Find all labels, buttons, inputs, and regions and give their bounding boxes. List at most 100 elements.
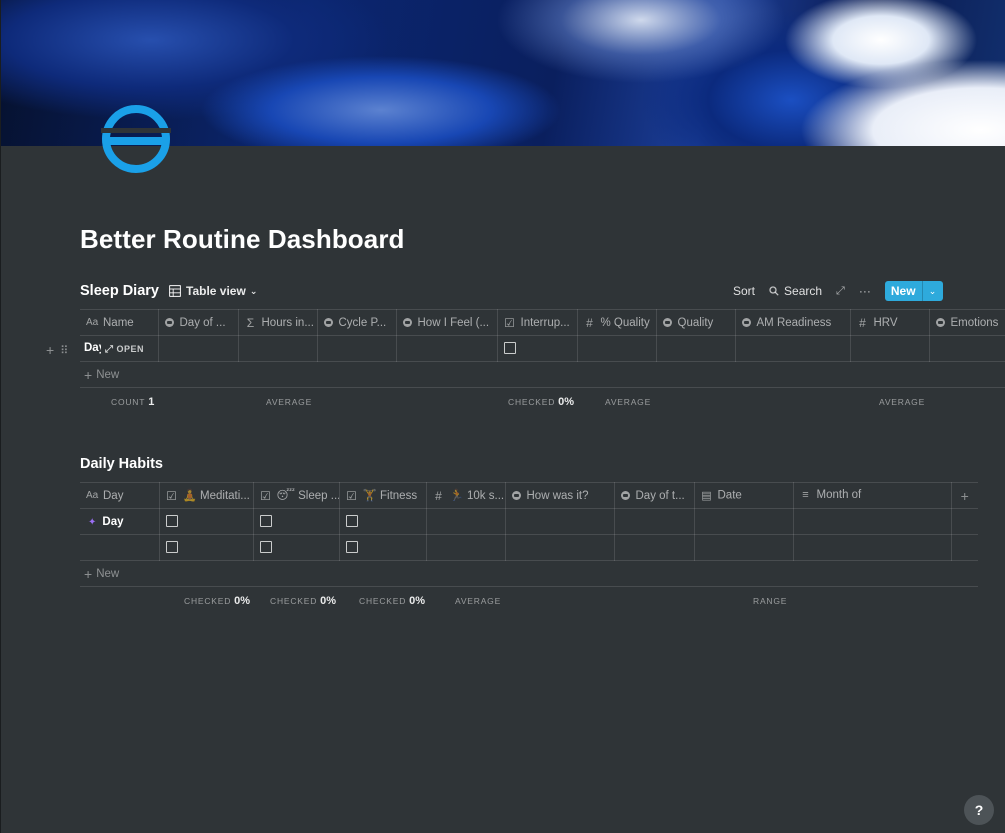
table-cell[interactable]: [929, 335, 1005, 362]
table-cell[interactable]: [158, 335, 239, 362]
table-cell[interactable]: [614, 534, 695, 561]
table-cell[interactable]: [426, 508, 506, 535]
name-cell[interactable]: ✦ Day: [80, 508, 160, 535]
column-label: 😴 Sleep ...: [276, 490, 339, 503]
column-header[interactable]: Σ Hours in...: [238, 309, 318, 336]
fitness-checkbox[interactable]: [345, 541, 358, 554]
column-header[interactable]: How I Feel (...: [396, 309, 498, 336]
column-header[interactable]: How was it?: [505, 482, 615, 509]
column-header[interactable]: Emotions: [929, 309, 1005, 336]
name-cell[interactable]: Day ⤢OPEN: [80, 335, 159, 362]
column-header[interactable]: ☑ Interrup...: [497, 309, 578, 336]
table-cell[interactable]: [850, 335, 930, 362]
column-header[interactable]: # % Quality: [577, 309, 657, 336]
sleep-diary-title[interactable]: Sleep Diary: [80, 283, 159, 299]
column-header[interactable]: # 🏃 10k s...: [426, 482, 506, 509]
column-header[interactable]: Aa Name: [80, 309, 159, 336]
help-button[interactable]: ?: [964, 795, 994, 825]
checked-calc[interactable]: CHECKED 0%: [508, 396, 574, 408]
column-header[interactable]: ☑ 😴 Sleep ...: [253, 482, 340, 509]
column-header[interactable]: # HRV: [850, 309, 930, 336]
column-header[interactable]: ☑ 🧘 Meditati...: [159, 482, 254, 509]
checkbox-cell[interactable]: [497, 335, 578, 362]
table-row[interactable]: ✦ Day: [80, 508, 978, 535]
column-header[interactable]: ≡ Month of: [793, 482, 952, 509]
table-cell[interactable]: [694, 534, 794, 561]
range-calc[interactable]: RANGE: [753, 596, 787, 606]
checked-calc[interactable]: CHECKED 0%: [184, 595, 250, 607]
average-calc[interactable]: AVERAGE: [879, 397, 925, 407]
select-icon: [662, 317, 672, 327]
search-icon: [769, 286, 779, 296]
add-new-row[interactable]: + New: [80, 561, 978, 587]
more-options-icon[interactable]: ···: [859, 284, 871, 298]
view-selector[interactable]: Table view ⌄: [169, 284, 257, 298]
table-cell[interactable]: [793, 534, 952, 561]
checkbox-cell[interactable]: [339, 508, 427, 535]
table-cell[interactable]: [317, 335, 397, 362]
sleep-checkbox[interactable]: [259, 515, 272, 528]
calc-label: CHECKED: [184, 596, 232, 606]
average-calc[interactable]: AVERAGE: [455, 596, 501, 606]
table-cell[interactable]: [426, 534, 506, 561]
meditation-checkbox[interactable]: [165, 515, 178, 528]
select-icon: [511, 490, 521, 500]
table-cell[interactable]: [656, 335, 736, 362]
table-cell[interactable]: [577, 335, 657, 362]
name-cell[interactable]: [80, 534, 160, 561]
column-header[interactable]: ▤ Date: [694, 482, 794, 509]
column-header[interactable]: Day of ...: [158, 309, 239, 336]
text-icon: Aa: [86, 316, 99, 328]
chevron-down-icon[interactable]: ⌄: [923, 281, 943, 301]
interruptions-checkbox[interactable]: [503, 342, 516, 355]
column-header[interactable]: Quality: [656, 309, 736, 336]
table-header-row: Aa Day ☑ 🧘 Meditati... ☑ 😴 Sleep ... ☑ 🏋 Fit…: [80, 482, 978, 509]
plus-icon: +: [84, 366, 93, 383]
add-new-row[interactable]: + New: [80, 362, 1005, 388]
column-header[interactable]: AM Readiness: [735, 309, 851, 336]
column-header[interactable]: Cycle P...: [317, 309, 397, 336]
page-title[interactable]: Better Routine Dashboard: [80, 224, 405, 255]
table-cell[interactable]: [396, 335, 498, 362]
checkbox-cell[interactable]: [253, 534, 340, 561]
count-calc[interactable]: COUNT 1: [111, 396, 154, 408]
column-label: Cycle P...: [338, 316, 387, 329]
checked-calc[interactable]: CHECKED 0%: [270, 595, 336, 607]
open-button[interactable]: ⤢ OPEN: [105, 344, 144, 355]
search-button[interactable]: Search: [769, 284, 822, 298]
average-calc[interactable]: AVERAGE: [266, 397, 312, 407]
sort-button[interactable]: Sort: [733, 284, 755, 298]
checked-calc[interactable]: CHECKED 0%: [359, 595, 425, 607]
column-header[interactable]: Aa Day: [80, 482, 160, 509]
column-header[interactable]: ☑ 🏋 Fitness: [339, 482, 427, 509]
meditation-checkbox[interactable]: [165, 541, 178, 554]
checkbox-cell[interactable]: [339, 534, 427, 561]
number-icon: #: [586, 315, 593, 330]
table-cell[interactable]: [735, 335, 851, 362]
page-icon[interactable]: [101, 104, 171, 174]
checkbox-cell[interactable]: [253, 508, 340, 535]
checkbox-cell[interactable]: [159, 508, 254, 535]
calc-label: CHECKED: [508, 397, 556, 407]
daily-habits-title[interactable]: Daily Habits: [80, 456, 163, 472]
checkbox-cell[interactable]: [159, 534, 254, 561]
table-cell[interactable]: [505, 508, 615, 535]
table-cell[interactable]: [793, 508, 952, 535]
table-cell[interactable]: [505, 534, 615, 561]
table-row[interactable]: [80, 534, 978, 561]
drag-handle-icon[interactable]: ⠿: [60, 344, 68, 357]
column-header[interactable]: Day of t...: [614, 482, 695, 509]
sleep-checkbox[interactable]: [259, 541, 272, 554]
table-row[interactable]: Day ⤢OPEN: [80, 335, 1005, 362]
table-cell[interactable]: [238, 335, 318, 362]
add-row-icon[interactable]: +: [46, 342, 54, 358]
fitness-checkbox[interactable]: [345, 515, 358, 528]
table-cell[interactable]: [614, 508, 695, 535]
new-record-button[interactable]: New ⌄: [884, 281, 943, 301]
add-column-button[interactable]: +: [951, 482, 978, 509]
expand-icon[interactable]: ⤢: [836, 285, 845, 298]
average-calc[interactable]: AVERAGE: [605, 397, 651, 407]
calc-label: CHECKED: [359, 596, 407, 606]
table-cell[interactable]: [694, 508, 794, 535]
calc-label: RANGE: [753, 596, 788, 606]
